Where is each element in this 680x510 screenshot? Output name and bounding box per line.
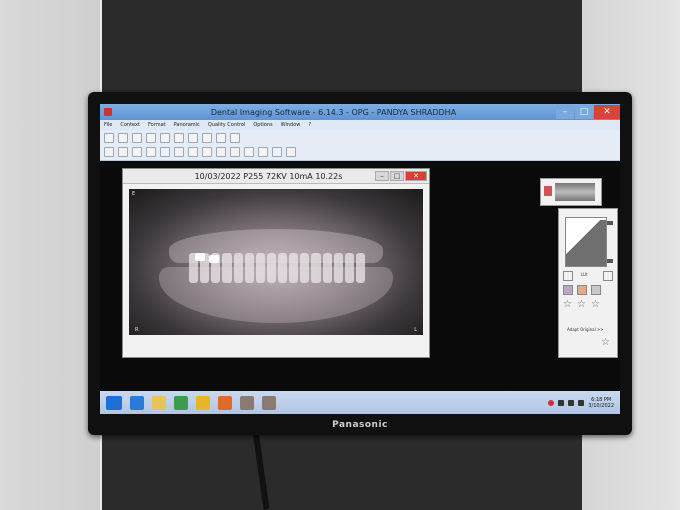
open-icon[interactable] <box>104 133 114 143</box>
zoom-icon[interactable] <box>118 147 128 157</box>
crop-icon[interactable] <box>216 133 226 143</box>
flip-icon[interactable] <box>216 147 226 157</box>
favorite-star-icon[interactable]: ☆ <box>601 337 610 348</box>
lut-left-button[interactable] <box>563 271 573 281</box>
undo-icon[interactable] <box>286 147 296 157</box>
ruler-icon[interactable] <box>244 147 254 157</box>
lut-right-button[interactable] <box>603 271 613 281</box>
edit-icon[interactable] <box>146 133 156 143</box>
contrast-icon[interactable] <box>160 147 170 157</box>
app-icon-2[interactable] <box>262 395 276 410</box>
print-icon[interactable] <box>132 133 142 143</box>
image-window[interactable]: 10/03/2022 P255 72KV 10mA 10.22s – □ ✕ E <box>122 168 430 358</box>
thumbnail-panel[interactable] <box>540 178 602 206</box>
histogram-graph[interactable] <box>565 217 607 267</box>
layers-icon[interactable] <box>160 133 170 143</box>
file-explorer-icon[interactable] <box>152 395 166 410</box>
dental-filling <box>209 255 219 263</box>
grid-icon[interactable] <box>230 147 240 157</box>
xray-corner-label-left: L <box>414 327 417 333</box>
hand-icon[interactable] <box>202 133 212 143</box>
save-icon[interactable] <box>118 133 128 143</box>
note-icon[interactable] <box>272 147 282 157</box>
menu-context[interactable]: Context <box>120 122 140 128</box>
star-icon[interactable]: ☆ <box>591 299 600 310</box>
clock-date: 3/10/2022 <box>588 402 614 409</box>
dental-filling <box>195 253 205 261</box>
volume-icon[interactable] <box>568 399 575 406</box>
measure-icon[interactable] <box>132 147 142 157</box>
menu-options[interactable]: Options <box>253 122 272 128</box>
xray-corner-label-top: E <box>132 191 136 197</box>
screen: Dental Imaging Software - 6.14.3 - OPG -… <box>100 104 620 414</box>
alert-icon[interactable] <box>548 399 555 406</box>
histogram-slider-top[interactable] <box>607 221 613 225</box>
app-logo-icon <box>104 108 112 116</box>
export-icon[interactable] <box>188 133 198 143</box>
ellipse-tool-icon[interactable] <box>104 147 114 157</box>
monitor-brand: Panasonic <box>332 420 388 430</box>
rotate-icon[interactable] <box>174 133 184 143</box>
taskbar: 6:18 PM 3/10/2022 <box>100 391 620 414</box>
brightness-icon[interactable] <box>174 147 184 157</box>
firefox-icon[interactable] <box>218 395 232 410</box>
menu-bar: File Context Format Panoramic Quality Co… <box>100 120 620 130</box>
frame-icon[interactable] <box>258 147 268 157</box>
store-icon[interactable] <box>174 395 188 410</box>
image-window-titlebar[interactable]: 10/03/2022 P255 72KV 10mA 10.22s – □ ✕ <box>123 169 429 184</box>
monitor: Panasonic Dental Imaging Software - 6.14… <box>88 92 632 435</box>
angle-icon[interactable] <box>146 147 156 157</box>
preset-1-button[interactable] <box>563 285 573 295</box>
close-button[interactable]: ✕ <box>594 105 620 119</box>
xray-corner-label-right: R <box>135 327 139 333</box>
lut-label: LUt <box>581 272 588 277</box>
image-maximize-button[interactable]: □ <box>390 171 404 181</box>
clock[interactable]: 6:18 PM 3/10/2022 <box>588 397 614 409</box>
menu-format[interactable]: Format <box>148 122 166 128</box>
window-title: Dental Imaging Software - 6.14.3 - OPG -… <box>210 107 457 117</box>
menu-file[interactable]: File <box>104 122 112 128</box>
battery-icon[interactable] <box>578 399 585 406</box>
patient-icon <box>544 186 552 196</box>
filter-icon[interactable] <box>188 147 198 157</box>
preset-3-button[interactable] <box>591 285 601 295</box>
app-titlebar: Dental Imaging Software - 6.14.3 - OPG -… <box>100 104 620 120</box>
arrow-icon[interactable] <box>202 147 212 157</box>
minimize-button[interactable]: – <box>556 105 574 119</box>
network-icon[interactable] <box>558 399 565 406</box>
image-close-button[interactable]: ✕ <box>405 171 427 181</box>
toolbar <box>100 130 620 161</box>
thumbnail-image[interactable] <box>555 183 595 201</box>
image-window-title: 10/03/2022 P255 72KV 10mA 10.22s <box>194 171 343 181</box>
app-icon-1[interactable] <box>240 395 254 410</box>
start-button[interactable] <box>106 395 122 410</box>
edge-icon[interactable] <box>130 395 144 410</box>
preset-2-button[interactable] <box>577 285 587 295</box>
copy-icon[interactable] <box>230 133 240 143</box>
menu-window[interactable]: Window <box>281 122 301 128</box>
star-icon[interactable]: ☆ <box>563 299 572 310</box>
system-tray: 6:18 PM 3/10/2022 <box>548 397 614 409</box>
menu-quality-control[interactable]: Quality Control <box>208 122 246 128</box>
histogram-panel: LUt ☆ ☆ ☆ Adapt Original >> ☆ <box>558 208 618 358</box>
wall-left <box>0 0 100 510</box>
menu-panoramic[interactable]: Panoramic <box>174 122 200 128</box>
histogram-slider-bottom[interactable] <box>607 259 613 263</box>
star-icon[interactable]: ☆ <box>577 299 586 310</box>
menu-help[interactable]: ? <box>308 122 311 128</box>
panoramic-xray-image[interactable]: E R L <box>129 189 423 335</box>
maximize-button[interactable]: □ <box>575 105 593 119</box>
image-minimize-button[interactable]: – <box>375 171 389 181</box>
adapt-original-link[interactable]: Adapt Original >> <box>567 327 604 332</box>
clock-time: 6:18 PM <box>591 396 612 403</box>
chrome-icon[interactable] <box>196 395 210 410</box>
